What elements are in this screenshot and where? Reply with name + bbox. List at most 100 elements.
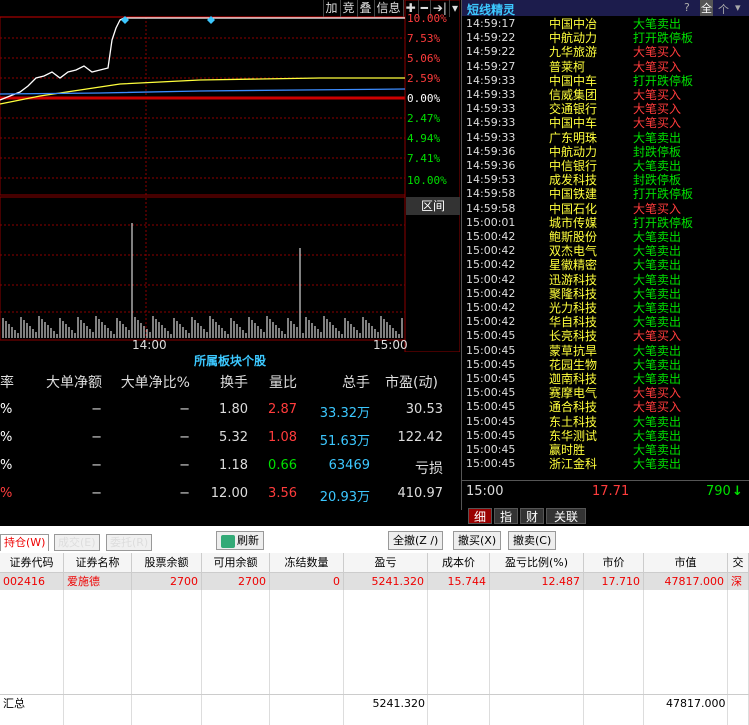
tab-orders[interactable]: 委托(R)	[106, 534, 153, 551]
news-item[interactable]: 15:00:01 城市传媒 打开跌停板	[462, 216, 749, 230]
sector-row[interactable]: % − − 1.80 2.87 33.32万 30.53	[0, 396, 460, 423]
col-header[interactable]: 盈亏	[344, 553, 428, 573]
toolbar-add-button[interactable]: 加	[322, 0, 340, 17]
position-cell[interactable]: 47817.000	[644, 573, 728, 590]
news-item[interactable]: 15:00:42 迅游科技 大笔卖出	[462, 273, 749, 287]
toolbar-bid-button[interactable]: 竞	[339, 0, 357, 17]
position-cell[interactable]: 5241.320	[344, 573, 428, 590]
tab-finance[interactable]: 财	[520, 508, 544, 524]
tab-related[interactable]: 关联	[546, 508, 586, 524]
range-button[interactable]: 区间	[406, 197, 460, 215]
news-stock: 广东明珠	[549, 130, 598, 145]
news-item[interactable]: 15:00:45 赢时胜 大笔卖出	[462, 443, 749, 457]
tab-detail[interactable]: 细	[468, 508, 492, 524]
news-item[interactable]: 15:00:45 长亮科技 大笔买入	[462, 329, 749, 343]
news-item[interactable]: 15:00:42 聚隆科技 大笔卖出	[462, 287, 749, 301]
news-stock: 鲍斯股份	[549, 230, 598, 244]
col-header[interactable]: 盈亏比例(%)	[490, 553, 584, 573]
col-header[interactable]: 换手	[200, 372, 248, 392]
news-item[interactable]: 14:59:36 中信银行 大笔卖出	[462, 159, 749, 173]
news-item[interactable]: 14:59:33 广东明珠 大笔卖出	[462, 131, 749, 145]
col-header[interactable]: 股票余额	[132, 553, 202, 573]
news-item[interactable]: 14:59:17 中国中冶 大笔卖出	[462, 17, 749, 31]
position-cell[interactable]: 0	[270, 573, 344, 590]
col-header[interactable]: 成本价	[428, 553, 490, 573]
filter-single-button[interactable]: 个	[718, 1, 729, 17]
position-cell[interactable]: 12.487	[490, 573, 584, 590]
news-item[interactable]: 15:00:42 华自科技 大笔卖出	[462, 315, 749, 329]
sector-row[interactable]: % − − 12.00 3.56 20.93万 410.97	[0, 480, 460, 507]
tab-positions[interactable]: 持仓(W)	[0, 534, 50, 551]
sector-row[interactable]: % − − 5.32 1.08 51.63万 122.42	[0, 424, 460, 451]
toolbar-overlay-button[interactable]: 叠	[356, 0, 374, 17]
col-header[interactable]: 大单净额	[36, 372, 102, 392]
news-item[interactable]: 14:59:27 普莱柯 大笔买入	[462, 60, 749, 74]
toolbar-info-button[interactable]: 信息	[373, 0, 403, 17]
news-item[interactable]: 14:59:22 中航动力 打开跌停板	[462, 31, 749, 45]
position-cell[interactable]: 002416	[0, 573, 64, 590]
news-item[interactable]: 15:00:42 光力科技 大笔卖出	[462, 301, 749, 315]
cancel-buy-button[interactable]: 撤买(X)	[453, 531, 502, 550]
news-item[interactable]: 14:59:33 信威集团 大笔买入	[462, 88, 749, 102]
col-header[interactable]: 率	[0, 372, 14, 392]
col-header[interactable]: 可用余额	[202, 553, 270, 573]
news-item[interactable]: 14:59:58 中国石化 大笔买入	[462, 202, 749, 216]
news-item[interactable]: 14:59:53 成发科技 封跌停板	[462, 173, 749, 187]
sector-cell: 122.42	[397, 430, 444, 445]
position-cell[interactable]: 爱施德	[64, 573, 132, 590]
col-header[interactable]: 交	[728, 553, 749, 573]
news-stock: 聚隆科技	[549, 286, 598, 301]
position-cell[interactable]: 深	[728, 573, 749, 590]
news-item[interactable]: 14:59:33 交通银行 大笔买入	[462, 102, 749, 116]
news-item[interactable]: 15:00:42 鲍斯股份 大笔卖出	[462, 230, 749, 244]
chevron-down-icon[interactable]: ▾	[448, 0, 460, 17]
sector-cell: 1.08	[268, 430, 297, 445]
news-item[interactable]: 15:00:45 花园生物 大笔卖出	[462, 358, 749, 372]
tab-deals[interactable]: 成交(E)	[54, 534, 100, 551]
position-cell[interactable]: 17.710	[584, 573, 644, 590]
tab-index[interactable]: 指	[494, 508, 518, 524]
news-time: 15:00:42	[466, 301, 516, 314]
position-cell[interactable]: 2700	[132, 573, 202, 590]
news-item[interactable]: 14:59:36 中航动力 封跌停板	[462, 145, 749, 159]
news-signal: 大笔卖出	[633, 130, 682, 145]
news-item[interactable]: 15:00:45 浙江金科 大笔卖出	[462, 457, 749, 471]
sector-row[interactable]: % − − 1.18 0.66 63469 亏损	[0, 452, 460, 479]
news-item[interactable]: 15:00:45 迦南科技 大笔卖出	[462, 372, 749, 386]
col-header[interactable]: 总手	[310, 372, 370, 392]
position-cell[interactable]: 15.744	[428, 573, 490, 590]
refresh-button[interactable]: 刷新	[216, 531, 264, 550]
news-item[interactable]: 14:59:33 中国中车 大笔买入	[462, 116, 749, 130]
position-cell[interactable]: 2700	[202, 573, 270, 590]
news-item[interactable]: 15:00:45 蒙草抗旱 大笔卖出	[462, 344, 749, 358]
col-header[interactable]: 市价	[584, 553, 644, 573]
cancel-all-button[interactable]: 全撤(Z /)	[388, 531, 444, 550]
col-header[interactable]: 量比	[255, 372, 297, 392]
news-item[interactable]: 15:00:45 东华测试 大笔卖出	[462, 429, 749, 443]
news-item[interactable]: 14:59:33 中国中车 打开跌停板	[462, 74, 749, 88]
col-header[interactable]: 市盈(动)	[385, 372, 445, 392]
chevron-down-icon[interactable]: ▾	[735, 1, 741, 14]
news-stock: 长亮科技	[549, 329, 598, 344]
news-item[interactable]: 15:00:45 东土科技 大笔卖出	[462, 415, 749, 429]
intraday-chart[interactable]	[0, 0, 461, 353]
col-header[interactable]: 市值	[644, 553, 728, 573]
news-item[interactable]: 15:00:45 赛摩电气 大笔买入	[462, 386, 749, 400]
col-header[interactable]: 证券代码	[0, 553, 64, 573]
positions-table: 证券代码 002416 证券名称 爱施德 股票余额 2700 可用余额 2700 冻结数量 0 盈亏…	[0, 553, 749, 725]
col-header[interactable]: 大单净比%	[112, 372, 190, 392]
filter-all-button[interactable]: 全	[700, 0, 713, 16]
news-stock: 中国铁建	[549, 187, 598, 202]
summary-label: 汇总	[3, 697, 25, 710]
news-time: 14:59:33	[466, 73, 516, 87]
news-item[interactable]: 15:00:42 双杰电气 大笔卖出	[462, 244, 749, 258]
news-item[interactable]: 15:00:42 星徽精密 大笔卖出	[462, 258, 749, 272]
news-list[interactable]: 14:59:17 中国中冶 大笔卖出 14:59:22 中航动力 打开跌停板 14:59:2…	[462, 17, 749, 477]
news-item[interactable]: 15:00:45 通合科技 大笔买入	[462, 400, 749, 414]
cancel-sell-button[interactable]: 撤卖(C)	[508, 531, 557, 550]
news-item[interactable]: 14:59:22 九华旅游 大笔买入	[462, 45, 749, 59]
help-icon[interactable]: ?	[684, 1, 690, 14]
col-header[interactable]: 冻结数量	[270, 553, 344, 573]
news-item[interactable]: 14:59:58 中国铁建 打开跌停板	[462, 187, 749, 201]
col-header[interactable]: 证券名称	[64, 553, 132, 573]
